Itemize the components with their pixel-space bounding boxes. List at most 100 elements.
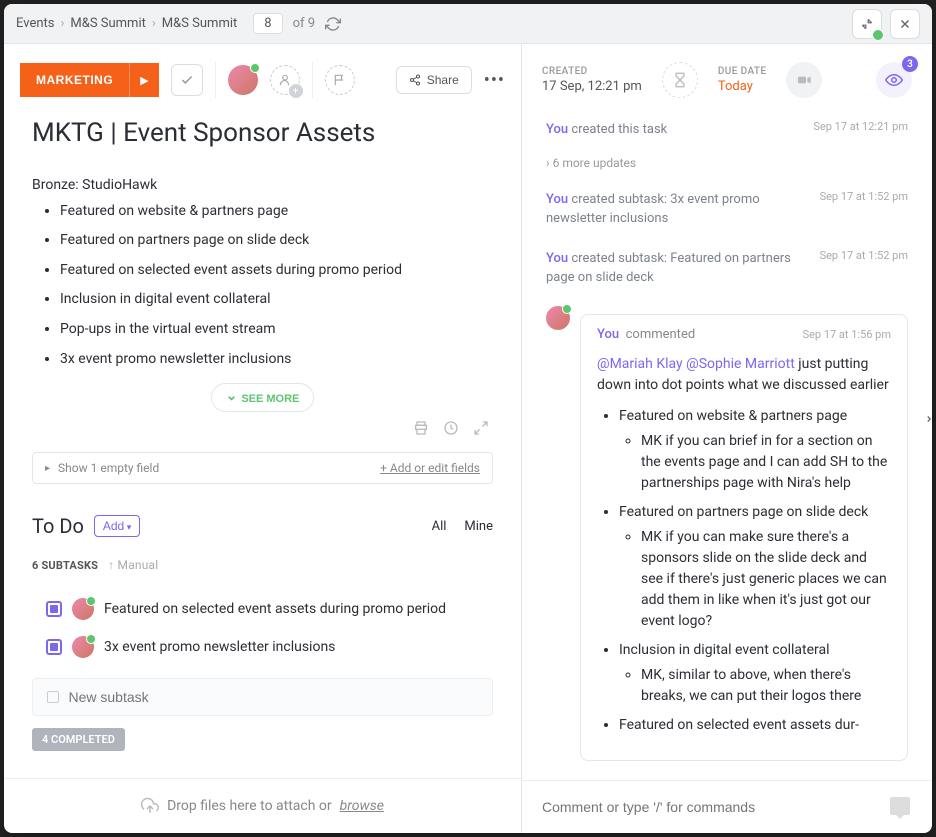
comment-verb: commented (626, 327, 696, 342)
left-pane: MARKETING ▶ + Shar (4, 44, 522, 833)
add-edit-fields[interactable]: + Add or edit fields (380, 461, 480, 475)
tab-mine[interactable]: Mine (464, 519, 493, 534)
subtask-row[interactable]: 3x event promo newsletter inclusions (32, 628, 493, 666)
right-top: CREATED 17 Sep, 12:21 pm DUE DATE Today … (522, 44, 932, 110)
comment-avatar[interactable] (546, 306, 570, 330)
desc-list: Featured on website & partners page Feat… (60, 202, 493, 370)
status-button: MARKETING ▶ (20, 63, 159, 97)
drop-text: Drop files here to attach or (167, 798, 332, 814)
new-subtask[interactable] (32, 678, 493, 716)
refresh-icon[interactable] (325, 16, 341, 32)
assignee-avatar[interactable] (228, 65, 258, 95)
sort-link[interactable]: ↑ Manual (108, 558, 158, 572)
bc-summit1[interactable]: M&S Summit (70, 16, 145, 31)
desc-item: Featured on website & partners page (60, 202, 493, 222)
share-button[interactable]: Share (396, 66, 472, 94)
desc-item: 3x event promo newsletter inclusions (60, 350, 493, 370)
status-next[interactable]: ▶ (129, 63, 158, 97)
completed-badge[interactable]: 4 COMPLETED (32, 728, 125, 751)
mention[interactable]: @Sophie Marriott (686, 356, 795, 372)
divider (215, 62, 216, 98)
new-subtask-input[interactable] (69, 689, 479, 705)
more-updates[interactable]: 6 more updates (546, 150, 908, 180)
desc-item: Featured on selected event assets during… (60, 261, 493, 281)
cb-item: Featured on website & partners page (619, 408, 847, 424)
more-menu[interactable]: ••• (484, 70, 505, 91)
divider (312, 62, 313, 98)
expand-panel-chevron[interactable] (922, 404, 936, 434)
add-assignee[interactable]: + (270, 65, 300, 95)
page-number[interactable]: 8 (253, 13, 282, 34)
act-you: You (546, 122, 568, 137)
subtask-avatar[interactable] (72, 598, 94, 620)
bc-sep: › (152, 16, 156, 31)
browse-link[interactable]: browse (340, 798, 384, 814)
comment-head: You commented Sep 17 at 1:56 pm (581, 315, 907, 346)
comment-body: @Mariah Klay @Sophie Marriott just putti… (581, 346, 907, 760)
comment-time: Sep 17 at 1:56 pm (803, 328, 891, 341)
share-label: Share (427, 73, 459, 87)
tab-all[interactable]: All (432, 519, 447, 534)
caret-icon: ▸ (45, 463, 50, 474)
dropzone[interactable]: Drop files here to attach or browse (4, 778, 521, 833)
plus-icon: + (289, 84, 303, 98)
desc-item: Inclusion in digital event collateral (60, 290, 493, 310)
status-main[interactable]: MARKETING (20, 63, 129, 97)
due-value: Today (718, 79, 767, 94)
due-label: DUE DATE (718, 66, 767, 77)
subtask-meta: 6 SUBTASKS ↑ Manual (32, 558, 493, 572)
add-subtask-button[interactable]: Add (94, 515, 140, 537)
toolbar: MARKETING ▶ + Shar (4, 44, 521, 110)
bc-summit2[interactable]: M&S Summit (162, 16, 237, 31)
subtask-avatar[interactable] (72, 636, 94, 658)
comment-icon[interactable] (888, 795, 912, 819)
subtask-row[interactable]: Featured on selected event assets during… (32, 590, 493, 628)
act-text: created this task (571, 122, 667, 137)
print-icon[interactable] (413, 420, 429, 436)
todo-title: To Do (32, 514, 84, 538)
subtask-check[interactable] (46, 601, 62, 617)
see-more-button[interactable]: SEE MORE (211, 383, 315, 412)
breadcrumb: Events › M&S Summit › M&S Summit (16, 16, 237, 31)
desc-item: Featured on partners page on slide deck (60, 231, 493, 251)
close-button[interactable] (890, 9, 920, 39)
comment-author: You (597, 327, 619, 342)
video-icon[interactable] (786, 62, 822, 98)
minimize-button[interactable] (852, 9, 882, 39)
activity-line: You created subtask: 3x event promo news… (546, 180, 908, 239)
complete-check[interactable] (171, 64, 203, 96)
bc-sep: › (60, 16, 64, 31)
topbar-right (852, 9, 920, 39)
priority-flag[interactable] (325, 65, 355, 95)
cb-item: Featured on partners page on slide deck (619, 504, 868, 520)
act-text: created subtask: 3x event promo newslett… (546, 192, 760, 227)
act-you: You (546, 192, 568, 207)
history-icon[interactable] (443, 420, 459, 436)
activity-feed: You created this task Sep 17 at 12:21 pm… (522, 110, 932, 780)
description[interactable]: Bronze: StudioHawk Featured on website &… (32, 176, 493, 369)
created-value: 17 Sep, 12:21 pm (542, 79, 642, 94)
expand-icon[interactable] (473, 420, 489, 436)
subtask-check[interactable] (46, 639, 62, 655)
comment-input[interactable] (542, 799, 888, 815)
cb-subitem: MK if you can make sure there's a sponso… (641, 527, 891, 632)
left-body: MKTG | Event Sponsor Assets Bronze: Stud… (4, 110, 521, 778)
comment-wrap: You commented Sep 17 at 1:56 pm @Mariah … (546, 306, 908, 769)
created-col: CREATED 17 Sep, 12:21 pm (542, 66, 642, 94)
due-col[interactable]: DUE DATE Today (718, 66, 767, 94)
desc-actions (32, 420, 493, 436)
desc-item: Pop-ups in the virtual event stream (60, 320, 493, 340)
watchers[interactable]: 3 (876, 62, 912, 98)
subtask-title: 3x event promo newsletter inclusions (104, 639, 335, 655)
new-subtask-check (47, 691, 59, 703)
act-time: Sep 17 at 1:52 pm (820, 249, 908, 262)
custom-fields-bar[interactable]: ▸ Show 1 empty field + Add or edit field… (32, 452, 493, 484)
mention[interactable]: @Mariah Klay (597, 356, 683, 372)
created-label: CREATED (542, 66, 642, 77)
subtask-title: Featured on selected event assets during… (104, 601, 446, 617)
time-estimate[interactable] (662, 62, 698, 98)
watchers-count: 3 (902, 56, 918, 72)
cb-item: Inclusion in digital event collateral (619, 642, 830, 658)
bc-events[interactable]: Events (16, 16, 54, 31)
task-title[interactable]: MKTG | Event Sponsor Assets (32, 118, 493, 148)
